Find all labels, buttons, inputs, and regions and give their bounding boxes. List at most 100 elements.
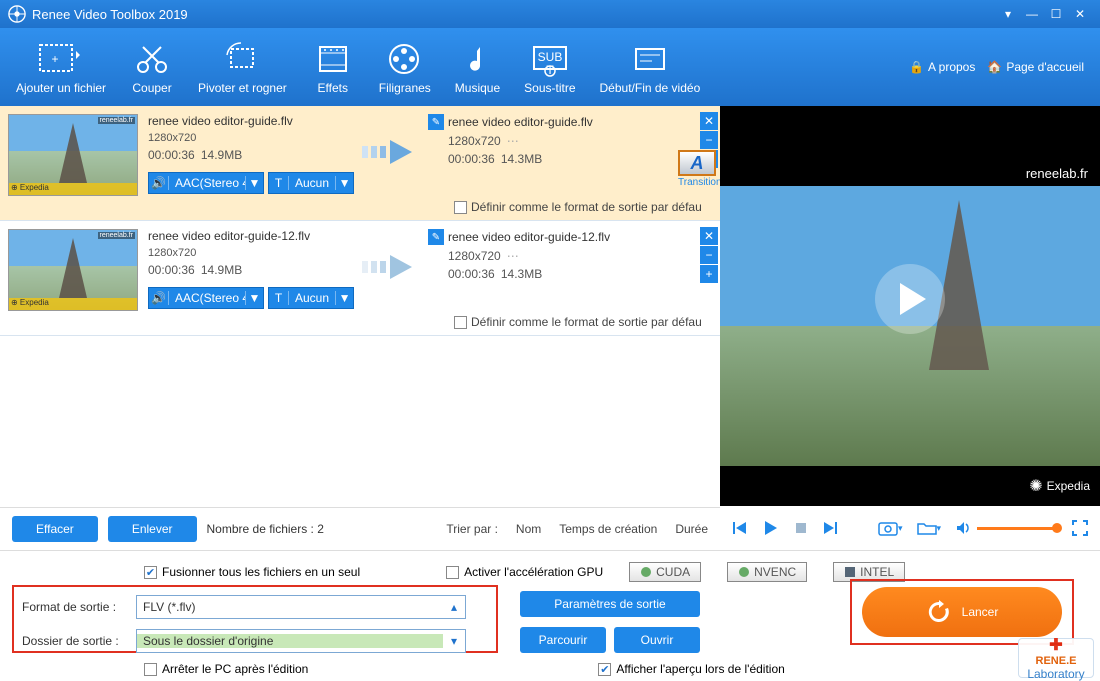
chevron-down-icon[interactable]: ▼: [335, 291, 353, 305]
chevron-down-icon[interactable]: ▾: [443, 630, 465, 652]
source-thumbnail: reneelab.fr⊕ Expedia: [8, 114, 138, 196]
speaker-icon: 🔊: [149, 291, 169, 305]
home-label: Page d'accueil: [1006, 60, 1084, 74]
filmstrip-plus-icon: +: [38, 39, 84, 79]
output-dur-size: 00:00:36 14.3MB: [448, 267, 720, 281]
preview-option[interactable]: ✔Afficher l'aperçu lors de l'édition: [598, 662, 784, 676]
default-format-label: Définir comme le format de sortie par dé…: [471, 315, 702, 329]
output-resolution: 1280x720⋯: [448, 134, 720, 148]
play-button[interactable]: [762, 519, 780, 537]
move-down-button[interactable]: −: [700, 131, 718, 149]
subtitle-tag[interactable]: TAucun▼: [268, 172, 354, 194]
filmstrip-icon: [314, 39, 352, 79]
format-value: FLV (*.flv): [137, 600, 443, 614]
subtitle-value: Aucun: [289, 291, 335, 305]
thumb-watermark: reneelab.fr: [98, 117, 135, 124]
file-count: Nombre de fichiers : 2: [207, 522, 324, 536]
add-row-button[interactable]: +: [700, 265, 718, 283]
source-dur-size: 00:00:36 14.9MB: [148, 263, 348, 277]
chevron-down-icon[interactable]: ▼: [335, 176, 353, 190]
gpu-option[interactable]: Activer l'accélération GPU: [446, 565, 603, 579]
titlebar: Renee Video Toolbox 2019 ▾ — ☐ ✕: [0, 0, 1100, 28]
open-folder-button[interactable]: ▾: [917, 520, 942, 536]
speaker-icon: 🔊: [149, 176, 169, 190]
subtitle-tag[interactable]: TAucun▼: [268, 287, 354, 309]
music-button[interactable]: Musique: [443, 39, 512, 95]
remove-row-button[interactable]: ✕: [700, 112, 718, 130]
checkbox[interactable]: [454, 316, 467, 329]
shutdown-option[interactable]: Arrêter le PC après l'édition: [144, 662, 308, 676]
main-area: reneelab.fr⊕ Expedia renee video editor-…: [0, 106, 1100, 550]
snapshot-button[interactable]: ▾: [878, 520, 903, 536]
preview-column: reneelab.fr ✺Expedia ▾ ▾: [720, 106, 1100, 550]
chevron-down-icon[interactable]: ▼: [245, 176, 263, 190]
clear-button[interactable]: Effacer: [12, 516, 98, 542]
tool-label: Sous-titre: [524, 81, 575, 95]
minimize-button[interactable]: —: [1020, 2, 1044, 26]
merge-option[interactable]: ✔Fusionner tous les fichiers en un seul: [144, 565, 360, 579]
file-row[interactable]: reneelab.fr⊕ Expedia renee video editor-…: [0, 106, 720, 221]
checkbox[interactable]: [454, 201, 467, 214]
checkbox[interactable]: [144, 663, 157, 676]
start-end-button[interactable]: Début/Fin de vidéo: [588, 39, 713, 95]
nvenc-chip: NVENC: [727, 562, 807, 582]
next-button[interactable]: [822, 520, 838, 536]
fullscreen-button[interactable]: [1072, 520, 1088, 536]
prev-button[interactable]: [732, 520, 748, 536]
default-format-row[interactable]: Définir comme le format de sortie par dé…: [454, 315, 702, 329]
pencil-icon[interactable]: ✎: [428, 114, 444, 130]
home-link[interactable]: 🏠Page d'accueil: [987, 60, 1084, 74]
watermark-button[interactable]: Filigranes: [367, 39, 443, 95]
checkbox[interactable]: ✔: [598, 663, 611, 676]
play-icon: [900, 283, 926, 315]
rotate-crop-button[interactable]: Pivoter et rogner: [186, 39, 299, 95]
add-file-button[interactable]: + Ajouter un fichier: [4, 39, 118, 95]
app-title: Renee Video Toolbox 2019: [32, 7, 996, 22]
sort-by-name[interactable]: Nom: [516, 522, 541, 536]
remove-button[interactable]: Enlever: [108, 516, 197, 542]
output-folder-combo[interactable]: Sous le dossier d'origine▾: [136, 629, 466, 653]
remove-row-button[interactable]: ✕: [700, 227, 718, 245]
chevron-down-icon[interactable]: ▼: [245, 291, 263, 305]
cut-button[interactable]: Couper: [118, 39, 186, 95]
tool-label: Ajouter un fichier: [16, 81, 106, 95]
brand-logo: ✚ RENE.E Laboratory: [1018, 638, 1094, 678]
file-row[interactable]: reneelab.fr⊕ Expedia renee video editor-…: [0, 221, 720, 336]
format-label: Format de sortie :: [22, 600, 130, 614]
checkbox[interactable]: ✔: [144, 566, 157, 579]
browse-button[interactable]: Parcourir: [520, 627, 606, 653]
transition-thumb: A: [678, 150, 716, 176]
maximize-button[interactable]: ☐: [1044, 2, 1068, 26]
play-overlay-button[interactable]: [875, 264, 945, 334]
checkbox[interactable]: [446, 566, 459, 579]
chevron-up-icon[interactable]: ▴: [443, 596, 465, 618]
output-params-button[interactable]: Paramètres de sortie: [520, 591, 700, 617]
volume-slider[interactable]: [977, 527, 1058, 530]
audio-tag[interactable]: 🔊AAC(Stereo 48▼: [148, 172, 264, 194]
effects-button[interactable]: Effets: [299, 39, 367, 95]
sort-by-time[interactable]: Temps de création: [559, 522, 657, 536]
folder-label: Dossier de sortie :: [22, 634, 130, 648]
volume-control[interactable]: [955, 520, 1058, 536]
tool-label: Pivoter et rogner: [198, 81, 287, 95]
pencil-icon[interactable]: ✎: [428, 229, 444, 245]
source-thumbnail: reneelab.fr⊕ Expedia: [8, 229, 138, 311]
subtitle-button[interactable]: SUBT Sous-titre: [512, 39, 587, 95]
tool-label: Effets: [318, 81, 348, 95]
launch-button[interactable]: Lancer: [862, 587, 1062, 637]
default-format-row[interactable]: Définir comme le format de sortie par dé…: [454, 200, 702, 214]
stop-button[interactable]: [794, 521, 808, 535]
audio-tag[interactable]: 🔊AAC(Stereo 48▼: [148, 287, 264, 309]
transition-box[interactable]: ATransition: [678, 150, 718, 188]
sort-by-duration[interactable]: Durée: [675, 522, 708, 536]
move-down-button[interactable]: −: [700, 246, 718, 264]
about-link[interactable]: 🔒A propos: [909, 60, 975, 74]
open-button[interactable]: Ouvrir: [614, 627, 700, 653]
output-format-combo[interactable]: FLV (*.flv)▴: [136, 595, 466, 619]
menu-dropdown-icon[interactable]: ▾: [996, 2, 1020, 26]
output-settings-highlight: Format de sortie : FLV (*.flv)▴ Dossier …: [12, 585, 498, 653]
svg-text:T: T: [546, 63, 554, 77]
gpu-label: Activer l'accélération GPU: [464, 565, 603, 579]
close-button[interactable]: ✕: [1068, 2, 1092, 26]
about-label: A propos: [928, 60, 975, 74]
